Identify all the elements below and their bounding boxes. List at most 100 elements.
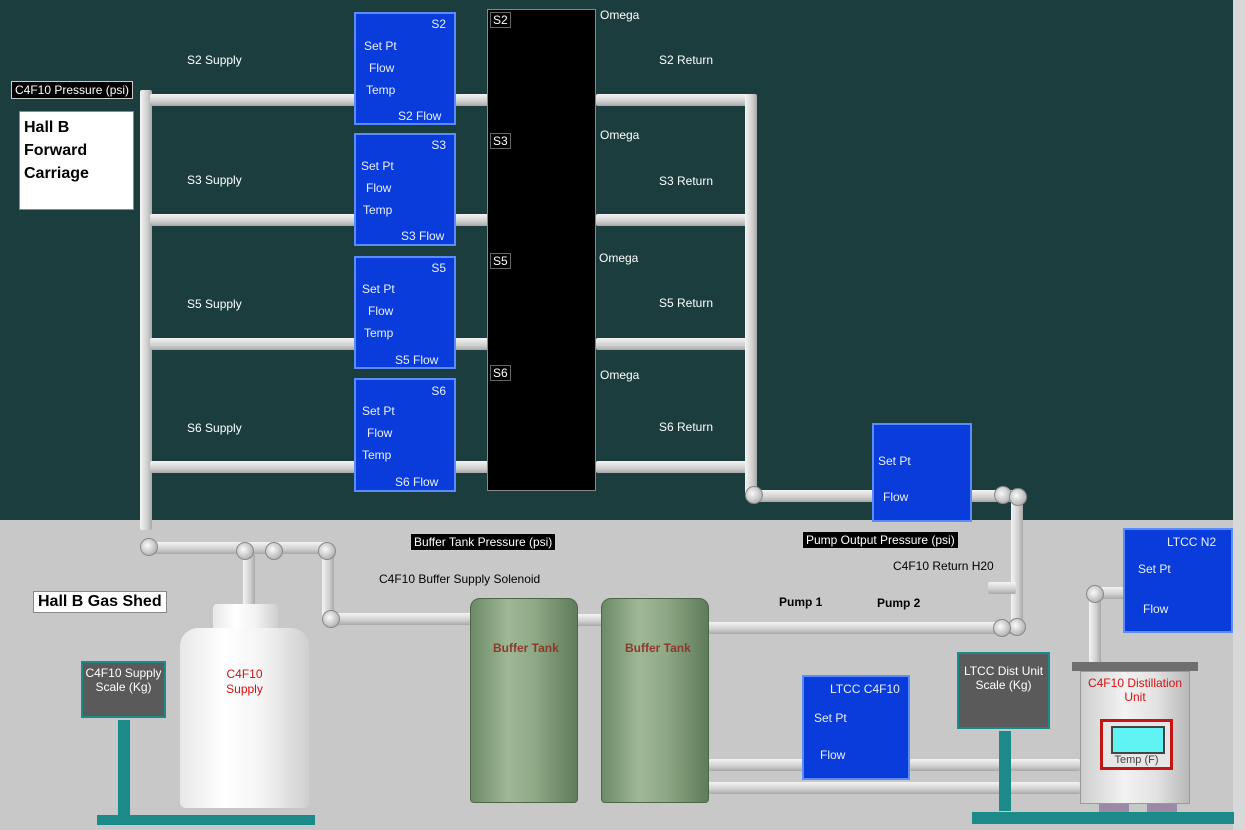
omega-s2-label: Omega (600, 8, 640, 22)
s6-flow-label: Flow (367, 426, 393, 440)
elbow-7 (993, 619, 1011, 637)
s6-link-pipe (455, 461, 489, 473)
return-main-pipe (745, 94, 757, 494)
s3-setpt-label: Set Pt (361, 159, 394, 173)
s2-setpt-label: Set Pt (364, 39, 397, 53)
s3-flow-title: S3 Flow (401, 229, 445, 243)
s6-return-label: S6 Return (659, 420, 714, 434)
n2-riser (1089, 593, 1101, 663)
dist-scale-line-1: LTCC Dist Unit (963, 664, 1044, 678)
pump-controller[interactable]: Set Pt Flow (872, 423, 972, 522)
s5-return-label: S5 Return (659, 296, 714, 310)
s3-return-label: S3 Return (659, 174, 714, 188)
s5-flow-label: Flow (368, 304, 394, 318)
s3-supply-pipe (150, 214, 356, 226)
s6-return-pipe (596, 461, 756, 473)
panel-s3-tag: S3 (490, 133, 511, 149)
c4f10-pressure-indicator: C4F10 Pressure (psi) (11, 81, 134, 99)
supply-scale-line-1: C4F10 Supply (85, 666, 162, 680)
pump-2-label[interactable]: Pump 2 (877, 596, 920, 610)
ltcc-line-3 (910, 759, 1080, 771)
s5-supply-label: S5 Supply (187, 297, 242, 311)
ltcc-line-2 (708, 782, 1080, 794)
ltcc-n2-setpt: Set Pt (1138, 562, 1171, 576)
return-h2o-label: C4F10 Return H20 (893, 559, 994, 573)
solenoid-label: C4F10 Buffer Supply Solenoid (379, 572, 541, 586)
s2-flow-controller[interactable]: S2 Set Pt Flow Temp S2 Flow (354, 12, 456, 125)
dist-scale-readout: LTCC Dist Unit Scale (Kg) (957, 652, 1050, 729)
tank-link-pipe (576, 614, 604, 626)
ltcc-n2-controller[interactable]: LTCC N2 Set Pt Flow (1123, 528, 1233, 633)
panel-s5-tag: S5 (490, 253, 511, 269)
buffer-tank-1-label: Buffer Tank (493, 641, 559, 655)
s6-temp-label: Temp (362, 448, 392, 462)
supply-tank-label: C4F10 Supply (180, 667, 309, 697)
s3-supply-label: S3 Supply (187, 173, 242, 187)
s2-link-pipe (455, 94, 489, 106)
s5-supply-pipe (150, 338, 356, 350)
elbow-8 (1086, 585, 1104, 603)
distillation-line-2: Unit (1124, 690, 1146, 704)
supply-scale-post (118, 720, 130, 815)
s6-flow-title: S6 Flow (395, 475, 439, 489)
s2-supply-label: S2 Supply (187, 53, 242, 67)
elbow-return (745, 486, 763, 504)
temp-screen (1111, 726, 1165, 754)
supply-scale-line-2: Scale (Kg) (95, 680, 152, 694)
s5-flow-controller[interactable]: S5 Set Pt Flow Temp S5 Flow (354, 256, 456, 369)
supply-tank-line-2: Supply (226, 682, 263, 696)
omega-s5-label: Omega (599, 251, 639, 265)
return-to-pump-pipe (752, 490, 874, 502)
ltcc-n2-flow: Flow (1143, 602, 1169, 616)
s6-supply-label: S6 Supply (187, 421, 242, 435)
ltcc-c4f10-title: LTCC C4F10 (830, 682, 900, 696)
ltcc-c4f10-setpt: Set Pt (814, 711, 847, 725)
buffer-tank-1 (470, 598, 578, 803)
buffer-tank-pressure-indicator: Buffer Tank Pressure (psi) (410, 533, 557, 551)
omega-s3-label: Omega (600, 128, 640, 142)
temp-label: Temp (F) (1114, 754, 1159, 766)
distillation-top-cap (1072, 662, 1198, 671)
s6-id: S6 (431, 384, 446, 398)
pump-setpt-label: Set Pt (878, 454, 911, 468)
distillation-line-1: C4F10 Distillation (1087, 676, 1183, 690)
supply-scale-base (97, 815, 315, 825)
elbow-4 (318, 542, 336, 560)
s2-return-label: S2 Return (659, 53, 714, 67)
distillation-foot-1 (1099, 804, 1129, 812)
elbow-2 (236, 542, 254, 560)
s2-flow-label: Flow (369, 61, 395, 75)
s2-return-pipe (596, 94, 756, 106)
elbow-1 (140, 538, 158, 556)
distillation-temp-display[interactable]: Temp (F) (1100, 719, 1173, 770)
omega-readout-panel (487, 9, 596, 491)
distillation-title: C4F10 Distillation Unit (1080, 676, 1190, 704)
buffer-tank-2-label: Buffer Tank (625, 641, 691, 655)
elbow-pump-out-2 (1009, 488, 1027, 506)
panel-s2-tag: S2 (490, 12, 511, 28)
s3-link-pipe (455, 214, 489, 226)
s3-temp-label: Temp (363, 203, 393, 217)
s3-flow-label: Flow (366, 181, 392, 195)
s2-supply-pipe (150, 94, 356, 106)
s2-flow-title: S2 Flow (398, 109, 442, 123)
dist-scale-line-2: Scale (Kg) (975, 678, 1032, 692)
s5-flow-title: S5 Flow (395, 353, 439, 367)
buffer-inlet-pipe (330, 613, 472, 625)
ltcc-c4f10-controller[interactable]: LTCC C4F10 Set Pt Flow (802, 675, 910, 780)
panel-s6-tag: S6 (490, 365, 511, 381)
s5-id: S5 (431, 261, 446, 275)
dist-scale-post (999, 731, 1011, 811)
pump-output-pressure-indicator: Pump Output Pressure (psi) (802, 531, 959, 549)
s2-id: S2 (431, 17, 446, 31)
hall-b-line-3: Carriage (24, 165, 89, 182)
s2-temp-label: Temp (366, 83, 396, 97)
hall-b-line-2: Forward (24, 142, 88, 159)
omega-s6-label: Omega (600, 368, 640, 382)
s6-flow-controller[interactable]: S6 Set Pt Flow Temp S6 Flow (354, 378, 456, 492)
ltcc-line-1 (708, 759, 804, 771)
supply-scale-readout: C4F10 Supply Scale (Kg) (81, 661, 166, 718)
hall-b-title: Hall B Forward Carriage (19, 111, 134, 210)
pump-1-label[interactable]: Pump 1 (779, 595, 822, 609)
s3-flow-controller[interactable]: S3 Set Pt Flow Temp S3 Flow (354, 133, 456, 246)
